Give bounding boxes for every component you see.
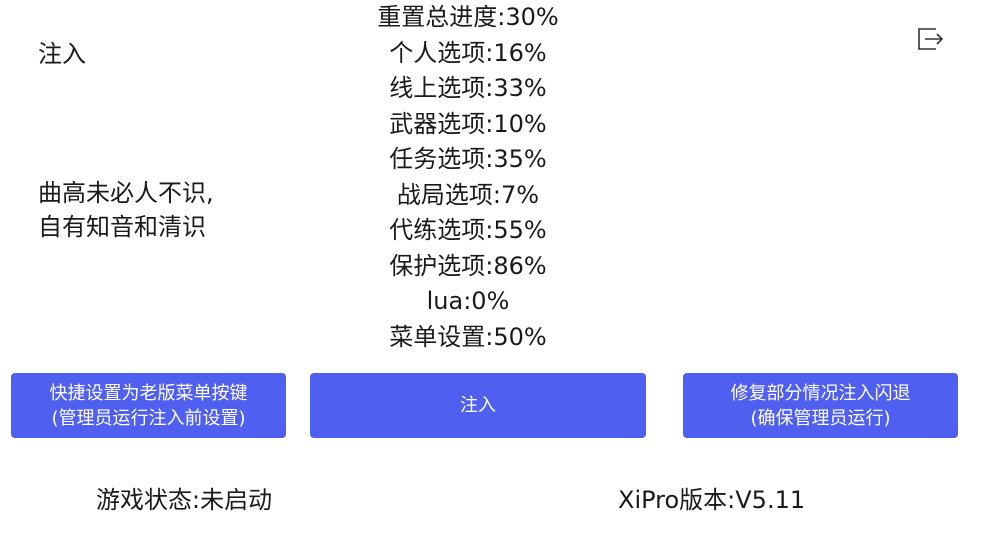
fix-crash-label-1: 修复部分情况注入闪退 <box>730 382 911 404</box>
progress-personal: 个人选项:16% <box>389 38 547 67</box>
inject-button-label: 注入 <box>460 395 496 416</box>
progress-protection: 保护选项:86% <box>389 251 547 280</box>
poem-line-1: 曲高未必人不识, <box>38 179 214 207</box>
legacy-hotkey-label-1: 快捷设置为老版菜单按键 <box>49 382 248 404</box>
poem-text: 曲高未必人不识, 自有知音和清识 <box>38 176 214 244</box>
tab-inject-label[interactable]: 注入 <box>38 38 86 70</box>
game-status: 游戏状态:未启动 <box>96 486 273 514</box>
fix-crash-button[interactable]: 修复部分情况注入闪退 (确保管理员运行) <box>683 373 958 438</box>
progress-weapons: 武器选项:10% <box>389 109 547 138</box>
progress-total-reset: 重置总进度:30% <box>377 3 559 31</box>
version-label: XiPro版本:V5.11 <box>618 486 806 514</box>
progress-lua: lua:0% <box>426 287 510 315</box>
inject-button[interactable]: 注入 <box>310 373 646 438</box>
progress-boosting: 代练选项:55% <box>389 216 547 244</box>
progress-missions: 任务选项:35% <box>389 145 547 173</box>
legacy-hotkey-button[interactable]: 快捷设置为老版菜单按键 (管理员运行注入前设置) <box>11 373 286 438</box>
exit-icon[interactable] <box>916 26 944 52</box>
progress-menu-settings: 菜单设置:50% <box>389 322 547 351</box>
progress-session: 战局选项:7% <box>396 180 540 209</box>
fix-crash-label-2: (确保管理员运行) <box>750 407 891 429</box>
legacy-hotkey-label-2: (管理员运行注入前设置) <box>51 407 246 429</box>
progress-list: 重置总进度:30% 个人选项:16% 线上选项:33% 武器选项:10% 任务选… <box>258 0 678 355</box>
poem-line-2: 自有知音和清识 <box>38 213 206 241</box>
progress-online: 线上选项:33% <box>389 74 547 102</box>
